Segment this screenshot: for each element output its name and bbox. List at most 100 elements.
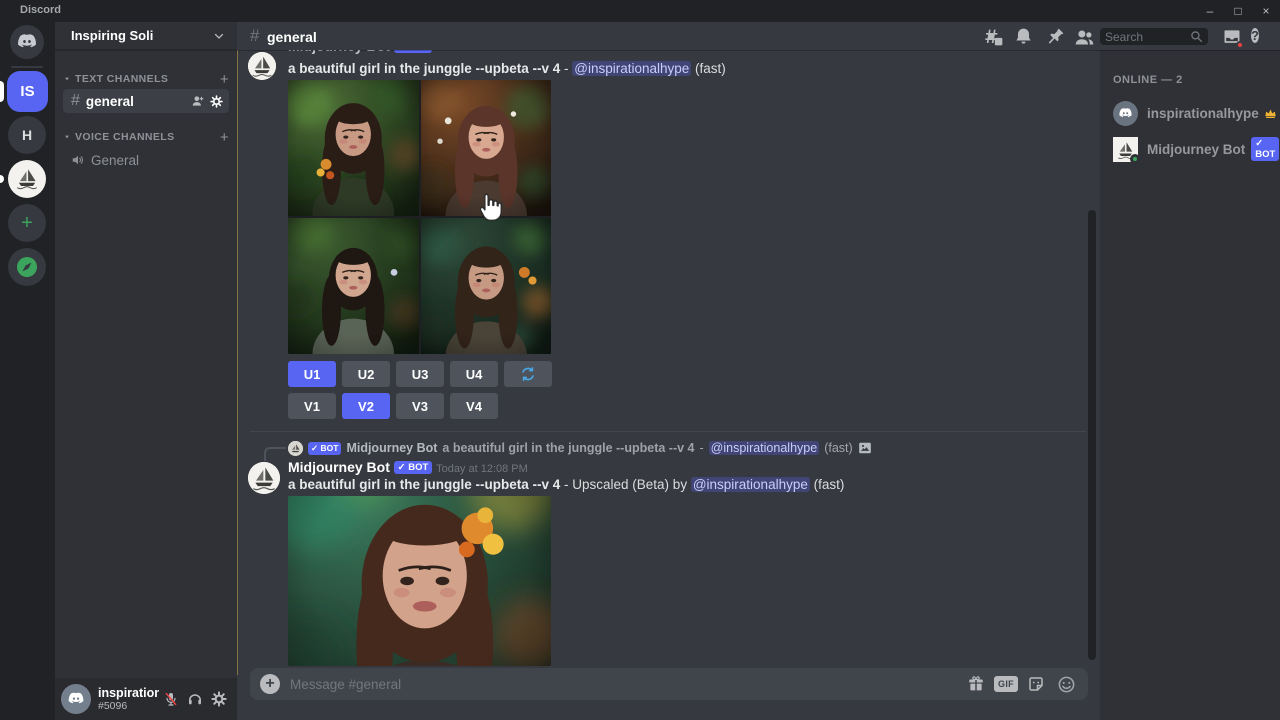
server-icon-inspiring-soli[interactable]: IS <box>7 71 48 112</box>
explore-servers-button[interactable] <box>8 248 46 286</box>
emoji-picker-icon[interactable] <box>1054 672 1078 696</box>
pinned-messages-icon[interactable] <box>1046 27 1066 47</box>
speaker-icon <box>71 153 85 167</box>
discord-home-button[interactable] <box>10 25 44 59</box>
mention-inspirationalhype[interactable]: @inspirationalhype <box>691 477 810 492</box>
maximize-button[interactable]: □ <box>1224 0 1252 22</box>
channel-title: general <box>267 29 317 45</box>
message2-bot-avatar[interactable] <box>248 462 280 494</box>
button-v3[interactable]: V3 <box>396 393 444 419</box>
reroll-icon <box>520 366 536 382</box>
user-avatar[interactable] <box>61 684 91 714</box>
member-inspirationalhype[interactable]: inspirationalhype <box>1113 96 1272 130</box>
deafen-button[interactable] <box>183 687 207 711</box>
reply-mention[interactable]: @inspirationalhype <box>709 441 820 455</box>
grid-image-3 <box>288 218 419 354</box>
inbox-icon[interactable] <box>1222 27 1242 47</box>
voice-channels-label: VOICE CHANNELS <box>75 131 220 143</box>
unread-server-dot <box>0 175 4 183</box>
help-icon[interactable]: ? <box>1251 27 1271 47</box>
upscaled-image[interactable] <box>288 496 551 666</box>
message2-bot-badge: ✓ BOT <box>394 461 433 474</box>
create-invite-icon[interactable] <box>191 94 205 108</box>
sticker-icon[interactable] <box>1024 672 1048 696</box>
discord-logo-icon <box>16 31 38 53</box>
midjourney-image-grid[interactable] <box>288 80 551 354</box>
rail-separator <box>11 66 43 68</box>
grid-image-4 <box>421 218 552 354</box>
titlebar: Discord – □ × <box>0 0 1280 22</box>
message-input[interactable] <box>290 677 958 692</box>
grid-image-2 <box>421 80 552 216</box>
text-channels-section[interactable]: TEXT CHANNELS + <box>63 70 229 88</box>
chat-scrollbar <box>1088 50 1096 668</box>
voice-channel-general[interactable]: General <box>63 148 229 172</box>
fast-tag: (fast) <box>810 477 845 492</box>
search-input[interactable]: Search <box>1100 28 1208 45</box>
message-area: Midjourney Bot ✓ BOT a beautiful girl in… <box>237 50 1100 720</box>
clipped-message-header: Midjourney Bot ✓ BOT <box>288 50 432 54</box>
button-u3[interactable]: U3 <box>396 361 444 387</box>
server-icon-midjourney[interactable] <box>8 160 46 198</box>
gift-icon[interactable] <box>964 672 988 696</box>
member-avatar <box>1113 137 1138 162</box>
create-voice-channel-icon[interactable]: + <box>220 129 229 146</box>
message2-content: a beautiful girl in the junggle --upbeta… <box>288 477 844 492</box>
image-attachment-icon <box>858 441 872 455</box>
channel-sidebar: Inspiring Soli TEXT CHANNELS + # general <box>55 22 237 720</box>
prompt-text: a beautiful girl in the junggle --upbeta… <box>288 61 560 76</box>
discord-app: Discord – □ × IS H + Inspiring <box>0 0 1280 720</box>
upscale-button-row: U1 U2 U3 U4 <box>288 361 552 387</box>
section-chevron-icon <box>63 133 71 141</box>
member-midjourney-bot[interactable]: Midjourney Bot ✓ BOT <box>1113 132 1272 166</box>
gif-picker-icon[interactable]: GIF <box>994 672 1018 696</box>
clipped-author: Midjourney Bot <box>288 50 390 54</box>
channel-settings-gear-icon[interactable] <box>210 95 223 108</box>
mic-muted-button[interactable] <box>159 687 183 711</box>
channel-item-general[interactable]: # general <box>63 89 229 113</box>
inbox-mention-badge <box>1236 41 1244 49</box>
close-button[interactable]: × <box>1252 0 1280 22</box>
user-identity[interactable]: inspiration... #5096 <box>98 686 159 712</box>
voice-channels-section[interactable]: VOICE CHANNELS + <box>63 128 229 146</box>
minimize-button[interactable]: – <box>1196 0 1224 22</box>
button-u4[interactable]: U4 <box>450 361 498 387</box>
button-v4[interactable]: V4 <box>450 393 498 419</box>
app-title: Discord <box>20 4 61 16</box>
mention-inspirationalhype[interactable]: @inspirationalhype <box>572 61 691 76</box>
user-settings-gear-icon[interactable] <box>207 687 231 711</box>
notifications-bell-icon[interactable] <box>1014 27 1034 47</box>
channel-hash-icon: # <box>250 26 259 46</box>
reply-context[interactable]: ✓ BOT Midjourney Bot a beautiful girl in… <box>288 440 872 456</box>
reply-avatar <box>288 441 303 456</box>
sailboat-icon <box>14 166 40 192</box>
reply-spine <box>264 447 286 461</box>
button-v1[interactable]: V1 <box>288 393 336 419</box>
message-divider <box>250 431 1086 432</box>
button-v2[interactable]: V2 <box>342 393 390 419</box>
selected-server-pill <box>0 81 4 102</box>
message1-bot-avatar[interactable] <box>248 52 276 80</box>
message1-content: a beautiful girl in the junggle --upbeta… <box>288 61 726 76</box>
reroll-button[interactable] <box>504 361 552 387</box>
server-header[interactable]: Inspiring Soli <box>55 22 237 50</box>
member-list: ONLINE — 2 inspirationalhype Midjourney … <box>1100 50 1280 720</box>
message2-timestamp: Today at 12:08 PM <box>436 463 528 475</box>
member-list-toggle-icon[interactable] <box>1074 27 1094 47</box>
owner-crown-icon <box>1264 107 1277 120</box>
scrollbar-thumb[interactable] <box>1088 210 1096 660</box>
create-channel-icon[interactable]: + <box>220 71 229 88</box>
reply-fast-tag: (fast) <box>824 441 852 455</box>
button-u1[interactable]: U1 <box>288 361 336 387</box>
server-icon-h[interactable]: H <box>8 116 46 154</box>
add-server-button[interactable]: + <box>8 204 46 242</box>
member-avatar <box>1113 101 1138 126</box>
member-name: Midjourney Bot <box>1147 142 1245 157</box>
online-status-dot <box>1130 154 1140 164</box>
variation-button-row: V1 V2 V3 V4 <box>288 393 498 419</box>
fast-tag: (fast) <box>691 61 726 76</box>
attach-file-button[interactable]: + <box>260 674 280 694</box>
button-u2[interactable]: U2 <box>342 361 390 387</box>
message2-author[interactable]: Midjourney Bot <box>288 459 390 475</box>
threads-icon[interactable] <box>984 27 1004 47</box>
